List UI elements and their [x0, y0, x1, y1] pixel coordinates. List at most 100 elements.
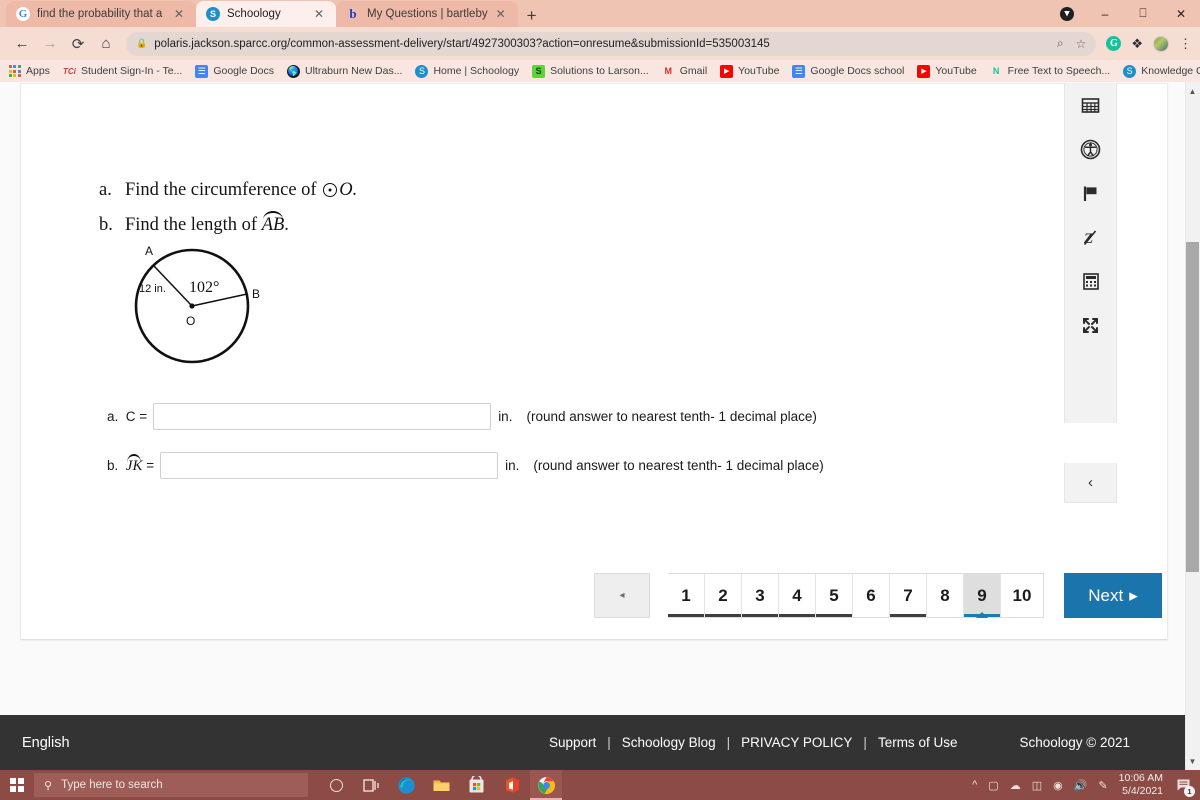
bookmark-student-signin[interactable]: TCi Student Sign-In - Te... — [63, 65, 182, 78]
navigation-bar: ← → ⟳ ⌂ 🔒 polaris.jackson.sparcc.org/com… — [0, 27, 1200, 60]
office-icon[interactable] — [495, 770, 527, 800]
onedrive-meet-icon[interactable]: ▢ — [988, 779, 998, 792]
next-page-button[interactable]: Next ▸ — [1064, 573, 1162, 618]
bookmark-youtube-2[interactable]: ▶ YouTube — [917, 64, 977, 78]
shield-status-icon[interactable] — [1048, 0, 1086, 27]
chevron-up-icon[interactable]: ^ — [972, 779, 977, 791]
page-button-9[interactable]: 9 — [964, 574, 1001, 618]
page-viewport: a. Find the circumference of O. b. Find th… — [0, 82, 1200, 770]
edge-icon[interactable] — [390, 770, 422, 800]
window-controls: – ⎕ ✕ — [1048, 0, 1200, 27]
page-button-3[interactable]: 3 — [742, 574, 779, 617]
strikethrough-icon[interactable]: Z — [1077, 225, 1105, 249]
file-explorer-icon[interactable] — [425, 770, 457, 800]
collapse-rail-button[interactable]: ‹ — [1064, 463, 1117, 503]
new-tab-button[interactable]: + — [518, 7, 546, 27]
tab-1[interactable]: S Schoology ✕ — [196, 1, 336, 27]
windows-icon — [10, 778, 24, 792]
page-button-10[interactable]: 10 — [1001, 574, 1043, 617]
part-b-prompt: Find the length of — [125, 215, 258, 235]
footer-link-support[interactable]: Support — [549, 735, 596, 750]
answer-a-unit: in. — [498, 409, 513, 424]
part-a-prompt: Find the circumference of — [125, 180, 317, 200]
bookmark-free-text-to-speech[interactable]: N Free Text to Speech... — [990, 65, 1111, 78]
bookmark-gmail[interactable]: M Gmail — [662, 65, 707, 78]
flag-icon[interactable] — [1077, 181, 1105, 205]
bookmark-google-docs[interactable]: ☰ Google Docs — [195, 64, 274, 78]
volume-icon[interactable]: 🔊 — [1074, 779, 1088, 792]
answer-input-a[interactable] — [153, 403, 492, 430]
extensions-puzzle-icon[interactable]: ❖ — [1131, 36, 1143, 52]
chrome-menu-icon[interactable]: ⋮ — [1179, 36, 1192, 52]
answer-input-b[interactable] — [160, 452, 499, 479]
close-window-button[interactable]: ✕ — [1162, 0, 1200, 27]
cortana-icon[interactable] — [320, 770, 352, 800]
accessibility-icon[interactable] — [1077, 137, 1105, 161]
tab-0[interactable]: G find the probability that a random ✕ — [6, 1, 196, 27]
tab-2[interactable]: b My Questions | bartleby ✕ — [336, 1, 518, 27]
fullscreen-icon[interactable] — [1077, 313, 1105, 337]
back-icon[interactable]: ← — [8, 30, 36, 58]
bookmark-label: Apps — [26, 65, 50, 77]
avatar[interactable] — [1153, 35, 1169, 52]
page-button-8[interactable]: 8 — [927, 574, 964, 617]
scroll-down-icon[interactable]: ▼ — [1186, 754, 1199, 768]
footer-link-terms[interactable]: Terms of Use — [878, 735, 958, 750]
microsoft-store-icon[interactable] — [460, 770, 492, 800]
scroll-up-icon[interactable]: ▲ — [1186, 84, 1199, 98]
previous-page-button[interactable]: ◂ — [594, 573, 650, 618]
page-button-1[interactable]: 1 — [668, 574, 705, 617]
pen-icon[interactable]: ✎ — [1098, 779, 1107, 792]
start-button[interactable] — [0, 770, 34, 800]
bookmark-solutions-larson[interactable]: S Solutions to Larson... — [532, 64, 649, 78]
question-part-a-text: a. Find the circumference of O. — [99, 180, 357, 201]
forward-icon[interactable]: → — [36, 30, 64, 58]
pagination: ◂ 1 2 3 4 5 6 7 8 9 10 Next ▸ — [594, 573, 1162, 618]
footer-link-blog[interactable]: Schoology Blog — [622, 735, 716, 750]
chrome-icon[interactable] — [530, 770, 562, 800]
battery-icon[interactable]: ◫ — [1032, 779, 1042, 792]
page-scrollbar[interactable]: ▲ ▼ — [1185, 82, 1200, 770]
youtube-icon: ▶ — [917, 64, 931, 78]
periodic-table-icon[interactable] — [1077, 93, 1105, 117]
zoom-icon[interactable]: ⌕ — [1057, 36, 1064, 51]
bookmark-ultraburn[interactable]: 🌎 Ultraburn New Das... — [287, 64, 402, 78]
page-button-7[interactable]: 7 — [890, 574, 927, 617]
close-icon[interactable]: ✕ — [496, 8, 510, 20]
taskbar-clock[interactable]: 10:06 AM 5/4/2021 — [1119, 772, 1163, 798]
tool-rail: Z — [1064, 83, 1117, 423]
page-button-5[interactable]: 5 — [816, 574, 853, 617]
calculator-icon[interactable] — [1077, 269, 1105, 293]
page-button-4[interactable]: 4 — [779, 574, 816, 617]
task-view-icon[interactable] — [355, 770, 387, 800]
bookmark-apps[interactable]: Apps — [8, 65, 50, 78]
bookmark-label: Free Text to Speech... — [1007, 65, 1111, 77]
page-button-2[interactable]: 2 — [705, 574, 742, 617]
address-bar[interactable]: 🔒 polaris.jackson.sparcc.org/common-asse… — [126, 31, 1097, 56]
page-button-6[interactable]: 6 — [853, 574, 890, 617]
grammarly-extension-icon[interactable]: G — [1106, 36, 1122, 51]
bookmark-google-docs-school[interactable]: ☰ Google Docs school — [792, 64, 904, 78]
taskbar-search[interactable]: ⚲ Type here to search — [34, 773, 308, 797]
figure-angle-label: 102° — [189, 279, 219, 296]
wifi-icon[interactable]: ◉ — [1053, 779, 1063, 792]
maximize-button[interactable]: ⎕ — [1124, 0, 1162, 27]
schoology-icon: S — [1123, 64, 1137, 78]
notifications-icon[interactable]: 1 — [1174, 776, 1195, 797]
notification-badge: 1 — [1184, 786, 1195, 797]
cloud-icon[interactable]: ☁ — [1010, 779, 1021, 792]
close-icon[interactable]: ✕ — [174, 8, 188, 20]
bookmark-knowledge-check[interactable]: S Knowledge Check:... — [1123, 64, 1200, 78]
language-label[interactable]: English — [22, 735, 70, 751]
bookmark-home-schoology[interactable]: S Home | Schoology — [415, 64, 519, 78]
minimize-button[interactable]: – — [1086, 0, 1124, 27]
scrollbar-thumb[interactable] — [1186, 242, 1199, 572]
part-b-label: b. — [99, 215, 113, 235]
star-icon[interactable]: ☆ — [1076, 37, 1087, 51]
bookmark-youtube-1[interactable]: ▶ YouTube — [720, 64, 779, 78]
close-icon[interactable]: ✕ — [314, 8, 328, 20]
footer-link-privacy[interactable]: PRIVACY POLICY — [741, 735, 852, 750]
reload-icon[interactable]: ⟳ — [64, 30, 92, 58]
circle-o-icon — [323, 183, 338, 197]
home-icon[interactable]: ⌂ — [92, 30, 120, 58]
